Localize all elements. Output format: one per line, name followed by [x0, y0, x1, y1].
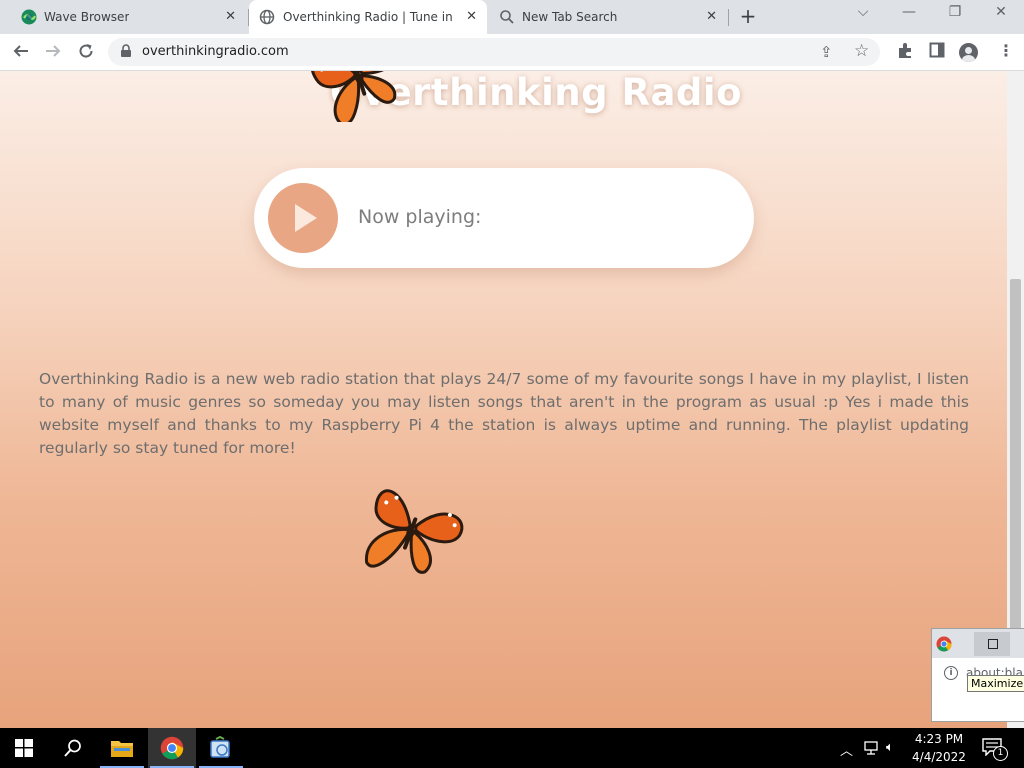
- close-window-button[interactable]: ✕: [986, 4, 1016, 20]
- search-icon: [64, 739, 81, 757]
- minimize-button[interactable]: —: [894, 4, 924, 20]
- extensions-icon[interactable]: [897, 42, 914, 63]
- tab-title: Wave Browser: [44, 10, 130, 24]
- butterfly-icon: [310, 71, 402, 122]
- notification-badge: 1: [993, 746, 1008, 761]
- clock-time: 4:23 PM: [914, 732, 964, 746]
- forward-button[interactable]: [43, 42, 63, 62]
- url-text[interactable]: overthinkingradio.com: [142, 44, 289, 59]
- maximize-button[interactable]: [974, 632, 1010, 656]
- share-icon[interactable]: ⇪: [820, 43, 833, 61]
- start-button[interactable]: [0, 728, 48, 768]
- profile-avatar-icon[interactable]: [959, 43, 978, 62]
- tab-separator: [728, 9, 729, 26]
- tray-chevron-icon[interactable]: ︿: [840, 740, 853, 759]
- clock-date: 4/4/2022: [912, 750, 966, 764]
- app-icon: [210, 735, 230, 758]
- restore-button[interactable]: ❐: [940, 4, 970, 20]
- tab-strip: Wave Browser ✕ Overthinking Radio | Tune…: [0, 0, 1024, 34]
- tab-title: Overthinking Radio | Tune in the: [283, 10, 455, 24]
- menu-kebab-icon[interactable]: ⋮: [998, 41, 1014, 60]
- tab-search-chevron-icon[interactable]: ⌵: [848, 4, 878, 20]
- globe-icon: [259, 9, 275, 25]
- tab-title: New Tab Search: [522, 10, 618, 24]
- close-tab-icon[interactable]: ✕: [466, 9, 477, 24]
- bookmark-star-icon[interactable]: ☆: [854, 41, 869, 61]
- popup-title-bar: [932, 629, 1024, 658]
- wave-browser-icon: [21, 9, 37, 25]
- reload-icon: [79, 44, 93, 58]
- network-icon[interactable]: [863, 740, 879, 756]
- file-explorer-button[interactable]: [98, 728, 146, 768]
- address-bar[interactable]: overthinkingradio.com ⇪ ☆: [108, 38, 880, 66]
- play-button[interactable]: [268, 183, 338, 253]
- new-tab-button[interactable]: +: [738, 6, 758, 26]
- close-tab-icon[interactable]: ✕: [706, 9, 717, 24]
- reload-button[interactable]: [76, 42, 96, 62]
- search-taskbar-button[interactable]: [48, 728, 96, 768]
- info-icon[interactable]: i: [944, 666, 958, 680]
- app-taskbar-button[interactable]: [197, 728, 245, 768]
- chrome-icon: [936, 636, 952, 652]
- windows-icon: [15, 739, 33, 757]
- folder-icon: [111, 741, 133, 757]
- maximize-tooltip: Maximize: [967, 675, 1024, 692]
- arrow-right-icon: [46, 45, 61, 57]
- volume-icon[interactable]: 🔈︎: [886, 740, 894, 755]
- clock[interactable]: 4:23 PM 4/4/2022: [905, 730, 973, 766]
- butterfly-icon: [365, 489, 464, 574]
- tab-overthinking-radio[interactable]: Overthinking Radio | Tune in the ✕: [249, 0, 487, 34]
- taskbar: ︿ 🔈︎ 4:23 PM 4/4/2022 1: [0, 728, 1024, 768]
- side-panel-icon[interactable]: [929, 42, 945, 62]
- lock-icon[interactable]: [120, 44, 132, 58]
- station-description: Overthinking Radio is a new web radio st…: [39, 370, 969, 457]
- notifications-button[interactable]: 1: [982, 738, 1008, 761]
- tab-wave-browser[interactable]: Wave Browser ✕: [8, 0, 246, 34]
- radio-player: Now playing:: [254, 168, 754, 268]
- now-playing-label: Now playing:: [358, 206, 482, 228]
- close-tab-icon[interactable]: ✕: [225, 9, 236, 24]
- browser-toolbar: overthinkingradio.com ⇪ ☆ ⋮: [0, 34, 1024, 71]
- search-icon: [500, 10, 514, 24]
- chrome-icon: [160, 736, 184, 760]
- back-button[interactable]: [11, 42, 31, 62]
- tab-new-tab-search[interactable]: New Tab Search ✕: [489, 0, 727, 34]
- arrow-left-icon: [13, 45, 28, 57]
- page-content: Overthinking Radio Now playing: Overthin…: [0, 71, 1007, 728]
- chrome-taskbar-button[interactable]: [148, 728, 196, 768]
